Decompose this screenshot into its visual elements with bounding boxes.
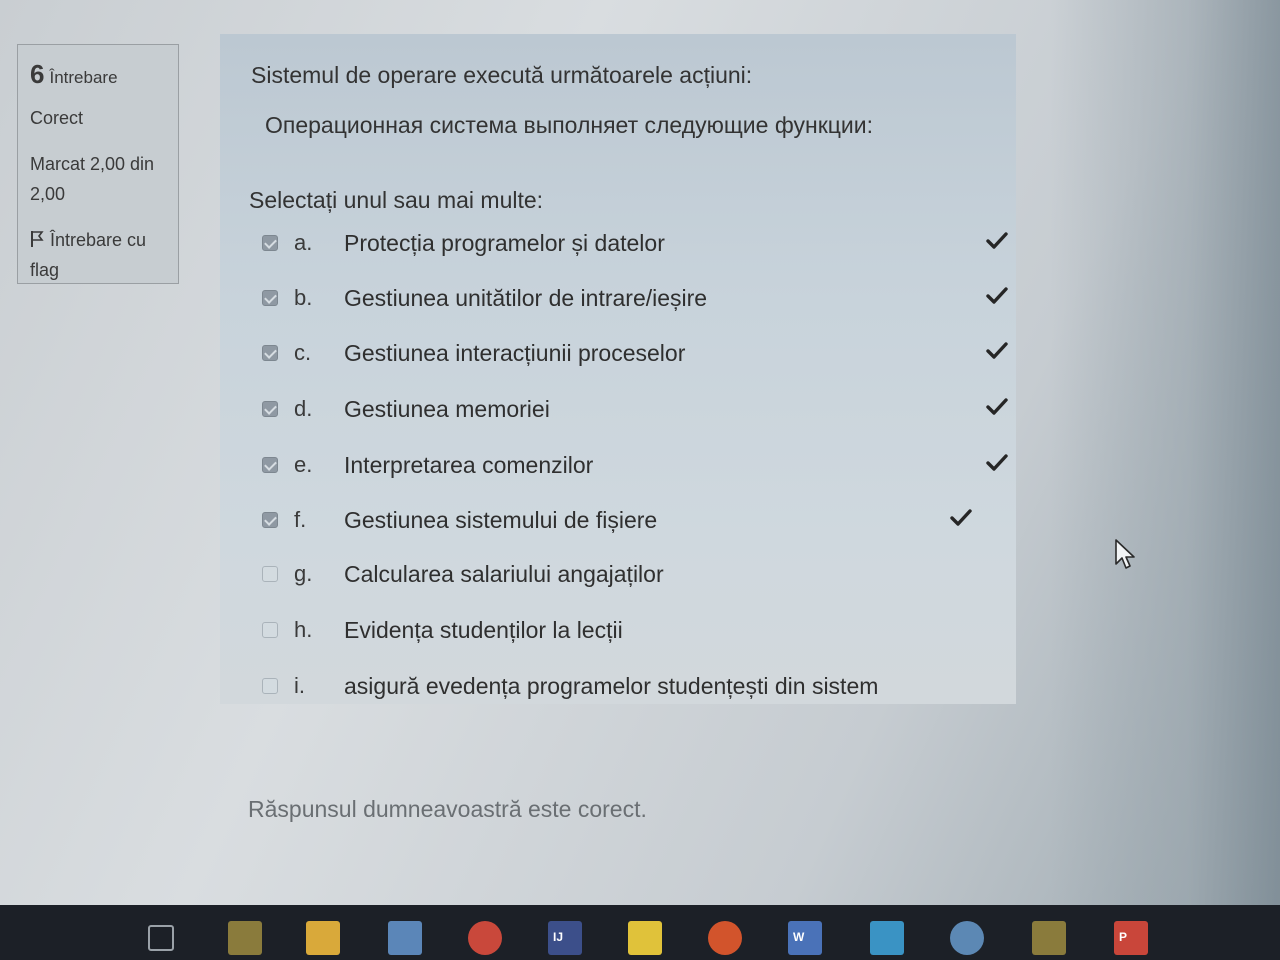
flag-question-link[interactable]: Întrebare cu flag (30, 225, 168, 285)
question-text-ru: Операционная система выполняет следующие… (265, 112, 874, 138)
powerpoint-icon[interactable]: P (1114, 921, 1148, 955)
word-icon[interactable]: W (788, 921, 822, 955)
option-label: Gestiunea unitătilor de intrare/ieșire (344, 285, 708, 311)
option-letter: b. (294, 285, 313, 310)
question-info-box: 6 Întrebare Corect Marcat 2,00 din 2,00 … (17, 44, 179, 284)
option-label: Protecția programelor și datelor (344, 230, 665, 256)
sticky-notes-icon[interactable] (628, 921, 662, 955)
question-text-ro: Sistemul de operare execută următoarele … (251, 62, 753, 88)
correct-check-icon (950, 509, 972, 526)
answer-option: a. Protecția programelor și datelor (260, 230, 1008, 260)
answer-option: f. Gestiunea sistemului de fișiere (260, 507, 990, 537)
option-letter: h. (294, 617, 313, 642)
option-label: Gestiunea interacțiunii proceselor (344, 340, 686, 366)
ide-icon[interactable]: IJ (548, 921, 582, 955)
feedback-text: Răspunsul dumneavoastră este corect. (248, 796, 647, 822)
option-label: Evidența studenților la lecții (344, 617, 623, 643)
taskbar: IJ W P (0, 905, 1280, 960)
question-label: Întrebare (49, 68, 118, 87)
video-call-icon[interactable] (870, 921, 904, 955)
option-letter: c. (294, 340, 312, 365)
option-letter: d. (294, 396, 313, 421)
mouse-cursor-icon (1115, 539, 1135, 569)
flag-label: Întrebare cu flag (30, 230, 147, 280)
answer-prompt: Selectați unul sau mai multe: (249, 187, 544, 213)
option-label: Gestiunea sistemului de fișiere (344, 507, 658, 533)
checkbox-checked[interactable] (262, 345, 278, 361)
chart-app-icon[interactable] (228, 921, 262, 955)
taskbar-icon-label: IJ (553, 930, 564, 944)
chart-app-2-icon[interactable] (1032, 921, 1066, 955)
answer-option: h. Evidența studenților la lecții (260, 617, 990, 647)
checkbox-checked[interactable] (262, 457, 278, 473)
checkbox-checked[interactable] (262, 290, 278, 306)
flag-icon (31, 231, 44, 247)
option-letter: f. (294, 507, 307, 532)
background-edge (1050, 0, 1280, 905)
ubuntu-icon[interactable] (708, 921, 742, 955)
checkbox-checked[interactable] (262, 512, 278, 528)
answer-option: c. Gestiunea interacțiunii proceselor (260, 340, 1008, 370)
option-letter: i. (294, 673, 305, 698)
answer-option: b. Gestiunea unitătilor de intrare/ieșire (260, 285, 1008, 315)
correct-check-icon (986, 287, 1008, 304)
correct-check-icon (986, 342, 1008, 359)
checkbox-checked[interactable] (262, 401, 278, 417)
question-state: Corect (30, 108, 84, 128)
checkbox-checked[interactable] (262, 235, 278, 251)
option-letter: a. (294, 230, 313, 255)
mail-icon[interactable] (388, 921, 422, 955)
correct-check-icon (986, 232, 1008, 249)
option-label: Interpretarea comenzilor (344, 452, 594, 478)
option-letter: e. (294, 452, 313, 477)
question-number: 6 (30, 59, 45, 89)
answer-option: g. Calcularea salariului angajaților (260, 561, 990, 591)
question-number-row: 6 Întrebare (30, 59, 168, 90)
question-grade: Marcat 2,00 din 2,00 (30, 154, 155, 204)
option-letter: g. (294, 561, 313, 586)
taskbar-icon-label: W (793, 930, 805, 944)
checkbox-unchecked[interactable] (262, 678, 278, 694)
taskbar-icon-label: P (1119, 930, 1128, 944)
answer-option: d. Gestiunea memoriei (260, 396, 1008, 426)
task-view-icon[interactable] (148, 925, 174, 951)
option-label: Gestiunea memoriei (344, 396, 550, 422)
checkbox-unchecked[interactable] (262, 622, 278, 638)
option-label: Calcularea salariului angajaților (344, 561, 664, 587)
correct-check-icon (986, 454, 1008, 471)
chrome-icon[interactable] (468, 921, 502, 955)
answer-option: e. Interpretarea comenzilor (260, 452, 1008, 482)
file-explorer-icon[interactable] (306, 921, 340, 955)
checkbox-unchecked[interactable] (262, 566, 278, 582)
answer-option: i. asigură evedența programelor studențeș… (260, 673, 990, 703)
correct-check-icon (986, 398, 1008, 415)
option-label: asigură evedența programelor studențești… (344, 673, 879, 699)
globe-icon[interactable] (950, 921, 984, 955)
question-content: Sistemul de operare execută următoarele … (220, 34, 1016, 822)
